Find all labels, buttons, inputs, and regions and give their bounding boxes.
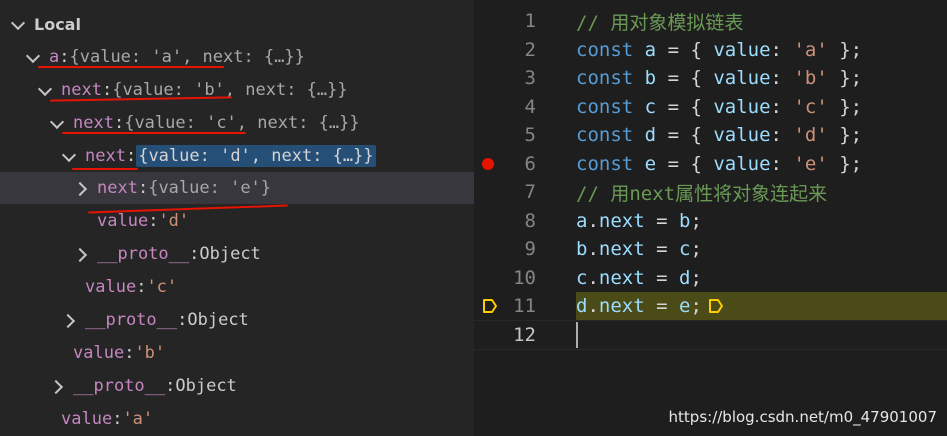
line-number: 5 xyxy=(524,124,536,147)
variable-value: Object xyxy=(175,376,237,396)
variable-value: Object xyxy=(187,310,249,330)
watermark: https://blog.csdn.net/m0_47901007 xyxy=(668,408,937,426)
variable-row-proto[interactable]: __proto__: Object xyxy=(0,238,474,270)
line-number: 8 xyxy=(524,209,536,232)
variable-name: value xyxy=(61,409,113,429)
code-line[interactable]: 9 b.next = c; xyxy=(474,235,947,264)
code-line[interactable]: 3 const b = { value: 'b' }; xyxy=(474,64,947,93)
chevron-right-icon[interactable] xyxy=(51,380,63,392)
code-text: const b = { value: 'b' }; xyxy=(576,67,863,90)
code-line[interactable]: 6 const e = { value: 'e' }; xyxy=(474,150,947,179)
section-title: Local xyxy=(34,14,81,34)
variables-pane: Local a: {value: 'a', next: {…}} next: {… xyxy=(0,0,474,436)
variable-name: value xyxy=(85,277,137,297)
variable-row-value-b[interactable]: value: 'b' xyxy=(0,337,474,369)
code-line[interactable]: 4 const c = { value: 'c' }; xyxy=(474,93,947,122)
code-line[interactable]: 7 // 用next属性将对象连起来 xyxy=(474,178,947,207)
chevron-right-icon[interactable] xyxy=(75,248,87,260)
annotation-underline xyxy=(62,132,246,134)
code-text: c.next = d; xyxy=(576,266,702,289)
line-number: 9 xyxy=(524,238,536,261)
variable-name: a xyxy=(49,47,60,67)
variable-value: 'c' xyxy=(146,277,178,297)
chevron-down-icon[interactable] xyxy=(39,84,51,96)
code-text: const d = { value: 'd' }; xyxy=(576,124,863,147)
variable-row-proto[interactable]: __proto__: Object xyxy=(0,304,474,336)
variable-name: next xyxy=(61,80,102,100)
line-number: 7 xyxy=(524,181,536,204)
variable-name: value xyxy=(97,211,149,231)
variable-value: Object xyxy=(199,244,261,264)
code-editor[interactable]: 1 // 用对象模拟链表 2 const a = { value: 'a' };… xyxy=(474,0,947,436)
variable-preview-selected: {value: 'd', next: {…}} xyxy=(136,145,376,167)
chevron-down-icon[interactable] xyxy=(27,51,39,63)
line-number: 10 xyxy=(513,266,536,289)
variable-row-next-c[interactable]: next: {value: 'c', next: {…}} xyxy=(0,107,474,139)
code-line[interactable]: 12 xyxy=(474,321,947,350)
variable-name: __proto__ xyxy=(85,310,178,330)
code-line[interactable]: 5 const d = { value: 'd' }; xyxy=(474,121,947,150)
variable-name: __proto__ xyxy=(73,376,166,396)
variable-row-value-c[interactable]: value: 'c' xyxy=(0,271,474,303)
code-comment: // 用对象模拟链表 xyxy=(576,11,744,34)
line-number: 1 xyxy=(524,10,536,33)
annotation-underline xyxy=(72,168,138,170)
variable-name: next xyxy=(73,113,114,133)
chevron-down-icon[interactable] xyxy=(63,150,75,162)
code-text: a.next = b; xyxy=(576,209,702,232)
variable-value: 'a' xyxy=(122,409,154,429)
variable-preview: {value: 'a', next: {…}} xyxy=(69,47,305,67)
variable-row-value-d[interactable]: value: 'd' xyxy=(0,205,474,237)
line-number: 4 xyxy=(524,95,536,118)
code-text: const a = { value: 'a' }; xyxy=(576,38,863,61)
current-statement-arrow-icon xyxy=(483,299,497,313)
variable-value: 'b' xyxy=(134,343,166,363)
code-text: const c = { value: 'c' }; xyxy=(576,95,863,118)
code-line[interactable]: 1 // 用对象模拟链表 xyxy=(474,7,947,36)
line-number: 2 xyxy=(524,38,536,61)
variable-preview: {value: 'e'} xyxy=(148,178,272,198)
chevron-right-icon[interactable] xyxy=(75,182,87,194)
line-number: 11 xyxy=(513,295,536,318)
variable-name: __proto__ xyxy=(97,244,190,264)
variable-value: 'd' xyxy=(158,211,190,231)
code-text: d.next = e; xyxy=(576,295,702,318)
local-section-header[interactable]: Local xyxy=(0,8,474,40)
variable-preview: {value: 'c', next: {…}} xyxy=(124,113,360,133)
breakpoint-icon[interactable] xyxy=(482,157,494,170)
code-line[interactable]: 8 a.next = b; xyxy=(474,207,947,236)
chevron-down-icon[interactable] xyxy=(51,117,63,129)
line-number: 12 xyxy=(513,323,536,346)
code-line[interactable]: 2 const a = { value: 'a' }; xyxy=(474,36,947,65)
text-cursor xyxy=(576,322,578,348)
chevron-down-icon[interactable] xyxy=(12,18,24,30)
variable-name: next xyxy=(85,146,126,166)
variable-name: next xyxy=(97,178,138,198)
variable-row-proto[interactable]: __proto__: Object xyxy=(0,370,474,402)
chevron-right-icon[interactable] xyxy=(63,314,75,326)
variable-row-next-d[interactable]: next: {value: 'd', next: {…}} xyxy=(0,140,474,172)
line-number: 3 xyxy=(524,67,536,90)
variable-row-a[interactable]: a: {value: 'a', next: {…}} xyxy=(0,41,474,73)
code-line[interactable]: 10 c.next = d; xyxy=(474,264,947,293)
variable-row-next-e[interactable]: next: {value: 'e'} xyxy=(0,172,474,204)
variable-name: value xyxy=(73,343,125,363)
code-text: b.next = c; xyxy=(576,238,702,261)
code-line-current[interactable]: 11 d.next = e; xyxy=(474,292,947,321)
line-number: 6 xyxy=(524,152,536,175)
code-text: const e = { value: 'e' }; xyxy=(576,152,863,175)
variable-row-value-a[interactable]: value: 'a' xyxy=(0,403,474,435)
code-comment: // 用next属性将对象连起来 xyxy=(576,182,828,205)
annotation-underline xyxy=(38,66,224,68)
inline-breakpoint-arrow-icon[interactable] xyxy=(708,298,724,314)
